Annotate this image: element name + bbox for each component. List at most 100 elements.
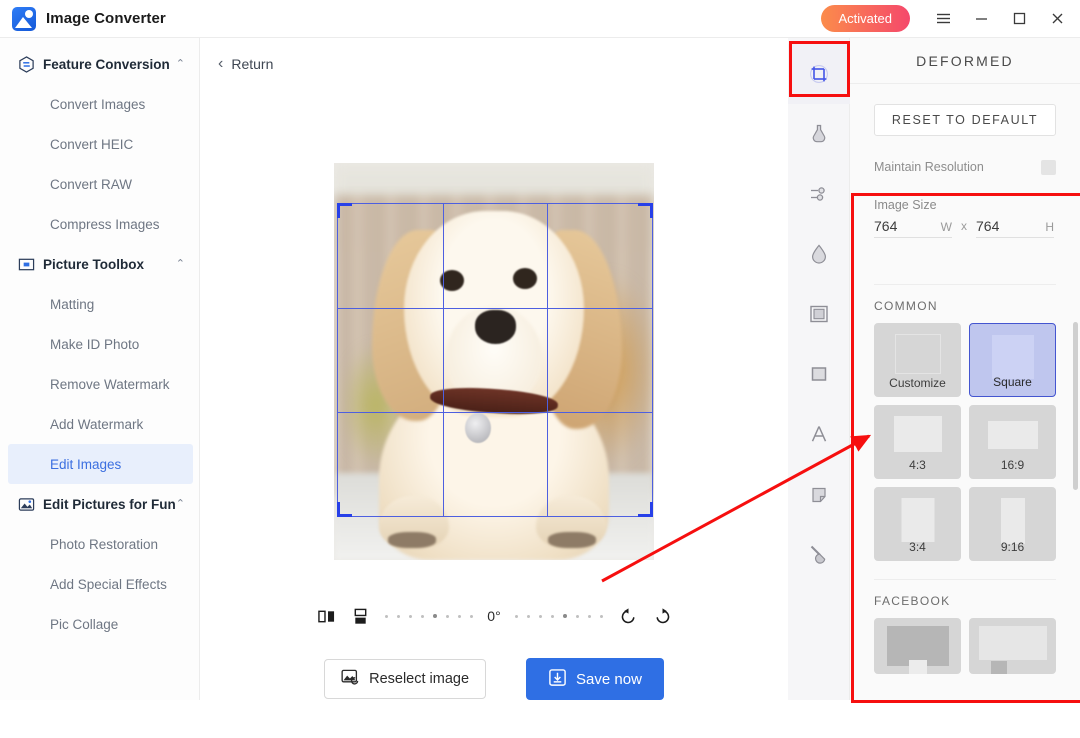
image-refresh-icon	[341, 668, 360, 691]
toolbox-icon	[18, 256, 35, 273]
height-field[interactable]: H	[976, 218, 1054, 238]
facebook-preset-grid	[874, 618, 1056, 674]
crop-icon[interactable]	[788, 44, 850, 104]
editor-area: ‹ Return	[200, 38, 788, 700]
save-now-button[interactable]: Save now	[526, 658, 664, 700]
color-droplet-icon[interactable]	[788, 224, 850, 284]
section-title: FACEBOOK	[874, 594, 1056, 608]
sidebar-item-add-watermark[interactable]: Add Watermark	[0, 404, 199, 444]
section-common: COMMON Customize Square 4:3 16:9	[874, 284, 1056, 561]
sidebar-item-convert-heic[interactable]: Convert HEIC	[0, 124, 199, 164]
sidebar-group-edit-pictures-for-fun[interactable]: Edit Pictures for Fun ⌃	[0, 484, 199, 524]
right-panel: DEFORMED RESET TO DEFAULT Maintain Resol…	[850, 38, 1080, 700]
common-ratio-grid: Customize Square 4:3 16:9 3:4	[874, 323, 1056, 561]
rotation-slider-right[interactable]	[507, 614, 611, 618]
reselect-label: Reselect image	[369, 671, 469, 687]
sidebar: Feature Conversion ⌃ Convert Images Conv…	[0, 38, 200, 700]
ratio-customize[interactable]: Customize	[874, 323, 961, 397]
sidebar-item-matting[interactable]: Matting	[0, 284, 199, 324]
ratio-3-4[interactable]: 3:4	[874, 487, 961, 561]
maintain-resolution-checkbox[interactable]	[1041, 160, 1056, 175]
ratio-label: 16:9	[969, 458, 1056, 472]
ratio-label: 4:3	[874, 458, 961, 472]
minimize-icon[interactable]	[962, 0, 1000, 38]
sticker-icon[interactable]	[788, 464, 850, 524]
image-size-label: Image Size	[874, 198, 1056, 212]
image-converter-logo	[12, 7, 36, 31]
image-size-block: Image Size W x H	[874, 198, 1056, 238]
mosaic-brush-icon[interactable]	[788, 524, 850, 584]
ratio-square[interactable]: Square	[969, 323, 1056, 397]
sidebar-item-convert-images[interactable]: Convert Images	[0, 84, 199, 124]
presets-scroll-area[interactable]: COMMON Customize Square 4:3 16:9	[850, 266, 1080, 738]
title-bar: Image Converter Activated	[0, 0, 1080, 38]
ratio-16-9[interactable]: 16:9	[969, 405, 1056, 479]
frame-icon[interactable]	[788, 284, 850, 344]
sidebar-item-compress-images[interactable]: Compress Images	[0, 204, 199, 244]
reselect-image-button[interactable]: Reselect image	[324, 659, 486, 699]
sidebar-item-convert-raw[interactable]: Convert RAW	[0, 164, 199, 204]
chevron-up-icon: ⌃	[176, 259, 185, 270]
ratio-label: Square	[970, 375, 1055, 389]
app-brand: Image Converter	[0, 7, 166, 31]
panel-title: DEFORMED	[850, 38, 1080, 84]
border-square-icon[interactable]	[788, 344, 850, 404]
height-input[interactable]	[976, 218, 1024, 234]
sidebar-item-pic-collage[interactable]: Pic Collage	[0, 604, 199, 644]
facebook-preset-2[interactable]	[969, 618, 1056, 674]
width-field[interactable]: W	[874, 218, 952, 238]
return-button[interactable]: ‹ Return	[218, 56, 273, 72]
transform-toolbar: 0°	[200, 594, 788, 638]
close-icon[interactable]	[1038, 0, 1076, 38]
ratio-9-16[interactable]: 9:16	[969, 487, 1056, 561]
preset-thumb	[979, 626, 1047, 660]
conversion-icon	[18, 56, 35, 73]
flip-horizontal-icon[interactable]	[309, 599, 343, 633]
ratio-thumb	[901, 498, 934, 542]
source-image	[334, 163, 654, 560]
sidebar-item-make-id-photo[interactable]: Make ID Photo	[0, 324, 199, 364]
window-controls: Activated	[821, 0, 1080, 38]
sidebar-item-remove-watermark[interactable]: Remove Watermark	[0, 364, 199, 404]
action-buttons: Reselect image Save now	[200, 658, 788, 700]
rotation-slider-left[interactable]	[377, 614, 481, 618]
image-canvas[interactable]	[334, 163, 654, 560]
sidebar-item-edit-images[interactable]: Edit Images	[8, 444, 193, 484]
fun-edit-icon	[18, 496, 35, 513]
adjust-sliders-icon[interactable]	[788, 164, 850, 224]
ratio-thumb	[894, 416, 942, 452]
activated-button[interactable]: Activated	[821, 5, 910, 32]
sidebar-group-feature-conversion[interactable]: Feature Conversion ⌃	[0, 44, 199, 84]
chevron-up-icon: ⌃	[176, 499, 185, 510]
ratio-4-3[interactable]: 4:3	[874, 405, 961, 479]
maintain-resolution-row: Maintain Resolution	[874, 150, 1056, 184]
chevron-up-icon: ⌃	[176, 59, 185, 70]
text-icon[interactable]	[788, 404, 850, 464]
sidebar-group-label: Feature Conversion	[43, 57, 170, 72]
ratio-label: Customize	[874, 376, 961, 390]
section-title: COMMON	[874, 299, 1056, 313]
download-icon	[548, 668, 567, 691]
width-input[interactable]	[874, 218, 922, 234]
preset-notch	[991, 661, 1007, 674]
reset-to-default-button[interactable]: RESET TO DEFAULT	[874, 104, 1056, 136]
width-unit: W	[941, 220, 952, 234]
panel-scrollbar[interactable]	[1073, 322, 1078, 490]
tool-rail	[788, 38, 850, 700]
rotate-left-icon[interactable]	[611, 599, 645, 633]
maximize-icon[interactable]	[1000, 0, 1038, 38]
filter-flask-icon[interactable]	[788, 104, 850, 164]
ratio-thumb	[988, 421, 1038, 449]
sidebar-item-photo-restoration[interactable]: Photo Restoration	[0, 524, 199, 564]
ratio-label: 9:16	[969, 540, 1056, 554]
rotate-right-icon[interactable]	[645, 599, 679, 633]
sidebar-group-picture-toolbox[interactable]: Picture Toolbox ⌃	[0, 244, 199, 284]
ratio-thumb	[895, 334, 941, 374]
sidebar-item-add-special-effects[interactable]: Add Special Effects	[0, 564, 199, 604]
menu-icon[interactable]	[924, 0, 962, 38]
rotation-angle-value: 0°	[481, 608, 507, 624]
facebook-preset-1[interactable]	[874, 618, 961, 674]
flip-vertical-icon[interactable]	[343, 599, 377, 633]
save-label: Save now	[576, 671, 642, 688]
chevron-left-icon: ‹	[218, 56, 223, 72]
